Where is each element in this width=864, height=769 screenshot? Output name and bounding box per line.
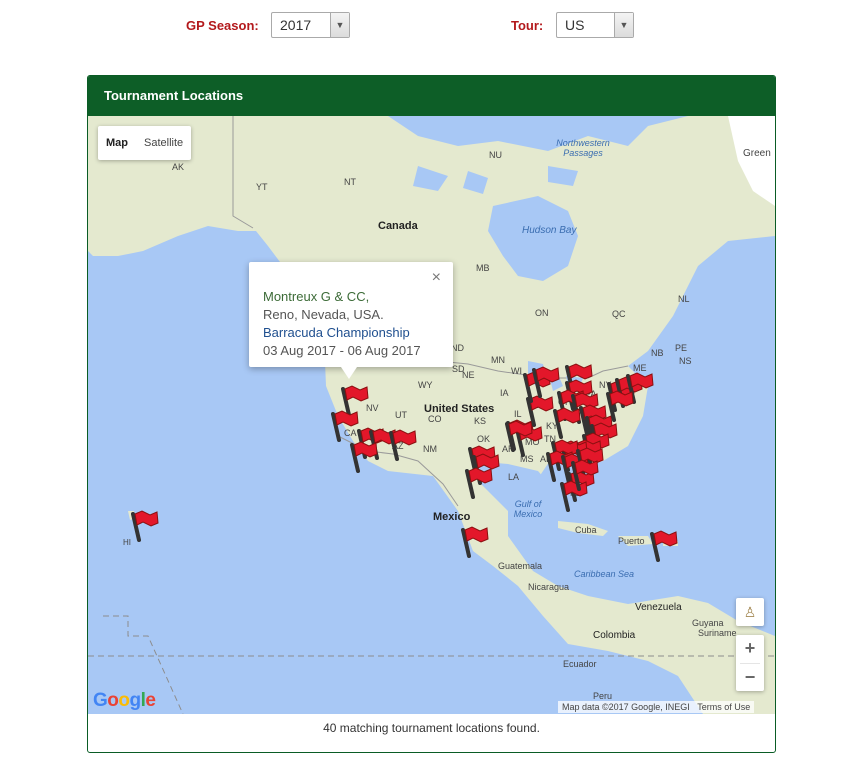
chevron-down-icon[interactable]: ▼ [614, 13, 633, 37]
label-nm: NM [423, 444, 437, 454]
tournament-flag-marker[interactable] [605, 388, 635, 422]
label-co: CO [428, 414, 442, 424]
label-mn: MN [491, 355, 505, 365]
result-count: 40 matching tournament locations found. [323, 721, 540, 735]
label-la: LA [508, 472, 520, 482]
label-mb: MB [476, 263, 490, 273]
label-nicaragua: Nicaragua [528, 582, 570, 592]
venue-location: Reno, Nevada, USA. [263, 307, 384, 322]
label-gulf-of-mexico: Gulf of Mexico [513, 499, 543, 519]
zoom-in-button[interactable]: + [736, 635, 764, 663]
label-qc: QC [612, 309, 626, 319]
street-view-pegman-icon[interactable]: ♙ [736, 598, 764, 626]
venue-name: Montreux G & CC, [263, 289, 370, 304]
tour-select[interactable]: US ▼ [556, 12, 634, 38]
label-guatemala: Guatemala [498, 561, 543, 571]
label-northwestern-passages: Northwestern Passages [556, 138, 610, 158]
tournament-locations-panel: Tournament Locations Map Satellite AK YT… [87, 75, 776, 753]
label-nb: NB [651, 348, 664, 358]
tournament-flag-marker[interactable] [570, 457, 600, 491]
label-hudson-bay: Hudson Bay [522, 225, 577, 236]
label-guyana: Guyana [692, 618, 724, 628]
event-link[interactable]: Barracuda Championship [263, 324, 453, 342]
zoom-out-button[interactable]: − [736, 664, 764, 692]
label-cuba: Cuba [575, 525, 597, 535]
label-nu: NU [489, 150, 502, 160]
label-ecuador: Ecuador [563, 659, 597, 669]
tour-value: US [565, 17, 585, 33]
tournament-flag-marker[interactable] [552, 405, 582, 439]
label-ak: AK [172, 162, 185, 172]
label-on: ON [535, 308, 549, 318]
label-ns: NS [679, 356, 692, 366]
label-ne: NE [462, 370, 475, 380]
label-pe: PE [675, 343, 688, 353]
tournament-flag-marker[interactable] [349, 439, 379, 473]
label-venezuela: Venezuela [635, 602, 682, 613]
map-attribution: Map data ©2017 Google, INEGI Terms of Us… [558, 701, 755, 713]
chevron-down-icon[interactable]: ▼ [330, 13, 349, 37]
label-wi: WI [511, 366, 522, 376]
attribution-text: Map data ©2017 Google, INEGI [562, 702, 690, 712]
map-canvas[interactable]: Map Satellite AK YT NT NU Northwestern P… [88, 116, 775, 714]
label-suriname: Suriname [698, 628, 737, 638]
label-yt: YT [256, 182, 268, 192]
label-nt: NT [344, 177, 356, 187]
season-label: GP Season: [186, 18, 259, 33]
filter-bar: GP Season: 2017 ▼ Tour: US ▼ [0, 12, 864, 42]
label-nl: NL [678, 294, 690, 304]
terms-of-use-link[interactable]: Terms of Use [697, 702, 750, 712]
zoom-control: + − [736, 635, 764, 691]
label-canada: Canada [378, 220, 418, 232]
label-mexico: Mexico [433, 511, 471, 523]
panel-title: Tournament Locations [88, 76, 775, 116]
label-peru: Peru [593, 691, 613, 701]
tournament-flag-marker[interactable] [460, 524, 490, 558]
label-united-states: United States [424, 403, 495, 415]
label-ia: IA [500, 388, 509, 398]
tournament-flag-marker[interactable] [464, 465, 494, 499]
info-window: × Montreux G & CC, Reno, Nevada, USA. Ba… [249, 262, 453, 379]
tournament-flag-marker[interactable] [504, 418, 534, 452]
map-type-satellite-button[interactable]: Satellite [136, 126, 191, 160]
label-green: Green [743, 148, 771, 159]
label-wy: WY [418, 380, 433, 390]
label-puerto: Puerto [618, 536, 645, 546]
tournament-flag-marker[interactable] [388, 427, 418, 461]
tournament-flag-marker[interactable] [649, 528, 679, 562]
event-dates: 03 Aug 2017 - 06 Aug 2017 [263, 343, 421, 358]
google-logo[interactable]: Google [93, 690, 156, 712]
season-value: 2017 [280, 17, 312, 33]
label-ut: UT [395, 410, 407, 420]
map-type-map-button[interactable]: Map [98, 126, 136, 160]
tour-label: Tour: [511, 18, 544, 33]
close-icon[interactable]: × [432, 269, 441, 287]
label-colombia: Colombia [593, 630, 636, 641]
label-caribbean-sea: Caribbean Sea [574, 569, 635, 579]
label-ks: KS [474, 416, 487, 426]
map-type-control: Map Satellite [98, 126, 192, 160]
season-select[interactable]: 2017 ▼ [271, 12, 350, 38]
tournament-flag-marker[interactable] [130, 508, 160, 542]
